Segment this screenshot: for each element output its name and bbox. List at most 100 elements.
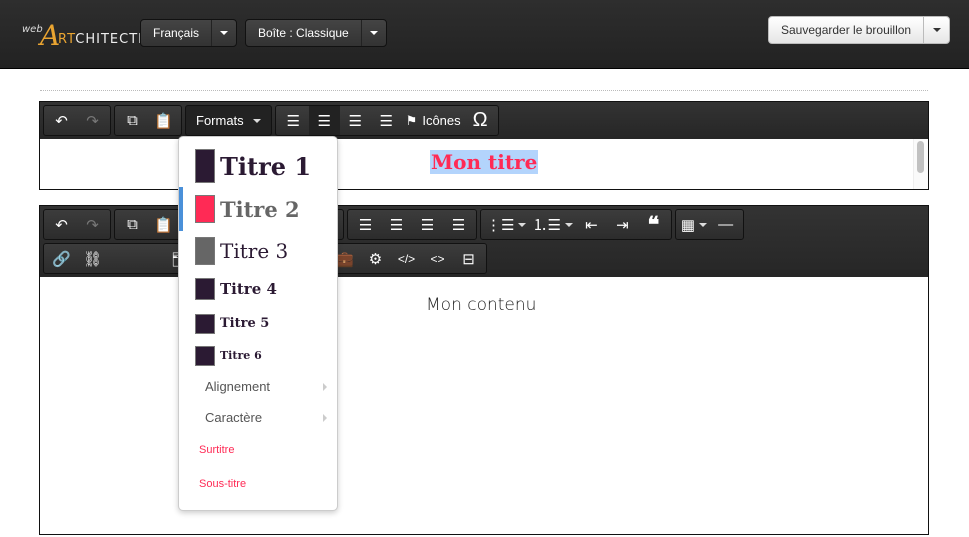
- numbered-list-icon: ⒈☰: [532, 217, 561, 234]
- caret-down-icon: [220, 31, 229, 35]
- menu-item-character[interactable]: Caractère: [179, 402, 337, 433]
- menu-item-label: Titre 5: [220, 316, 270, 331]
- tools-group: 💼 ⚙ </> <> ⊟: [326, 243, 487, 274]
- scrollbar-thumb[interactable]: [917, 141, 924, 173]
- box-dropdown-toggle[interactable]: [362, 20, 386, 46]
- language-select[interactable]: Français: [140, 19, 238, 47]
- color-swatch: [195, 237, 215, 265]
- menu-item-titre-5[interactable]: Titre 5: [179, 307, 337, 340]
- box-select[interactable]: Boîte : Classique: [245, 19, 387, 47]
- formats-group: Formats: [185, 105, 272, 136]
- bullet-list-button[interactable]: ⋮☰: [483, 210, 529, 239]
- menu-item-alignment[interactable]: Alignement: [179, 371, 337, 402]
- align-right-icon[interactable]: ☰: [340, 106, 371, 135]
- chevron-right-icon: [323, 382, 327, 391]
- blockquote-icon[interactable]: ❝: [638, 210, 669, 239]
- icons-button[interactable]: ⚑ Icônes: [402, 106, 465, 135]
- source-icon[interactable]: <>: [422, 244, 453, 273]
- settings-icon[interactable]: ⚙: [360, 244, 391, 273]
- caret-down-icon: [252, 118, 261, 123]
- menu-item-titre-6[interactable]: Titre 6: [179, 340, 337, 371]
- align-center-icon[interactable]: ☰: [308, 106, 340, 135]
- language-button[interactable]: Français: [141, 20, 213, 46]
- menu-item-titre-3[interactable]: Titre 3: [179, 231, 337, 271]
- caret-down-icon: [699, 222, 708, 227]
- logo-highlight: RT: [58, 32, 76, 47]
- table-group: ▦ —: [674, 209, 745, 240]
- link-icon[interactable]: 🔗: [46, 244, 77, 273]
- flag-icon: ⚑: [405, 112, 418, 128]
- copy-icon[interactable]: ⧉: [117, 210, 148, 239]
- menu-item-titre-4[interactable]: Titre 4: [179, 271, 337, 307]
- divider: [40, 90, 928, 91]
- color-swatch: [195, 345, 215, 366]
- scrollbar[interactable]: [913, 139, 928, 189]
- numbered-list-button[interactable]: ⒈☰: [529, 210, 575, 239]
- top-bar: web A RTCHITECTE Français Boîte : Classi…: [0, 0, 969, 69]
- formats-dropdown: Titre 1 Titre 2 Titre 3 Titre 4 Titre 5 …: [178, 136, 338, 511]
- logo-rest: CHITECTE: [75, 32, 148, 47]
- color-swatch: [195, 278, 215, 300]
- caret-down-icon: [369, 31, 378, 35]
- align-left-icon[interactable]: ☰: [278, 106, 309, 135]
- align-group: ☰ ☰ ☰ ☰: [347, 209, 477, 240]
- align-right-icon[interactable]: ☰: [412, 210, 443, 239]
- menu-item-label: Titre 6: [220, 349, 262, 362]
- menu-item-label: Surtitre: [199, 444, 235, 456]
- save-dropdown-toggle[interactable]: [924, 17, 949, 43]
- content-toolbar: ↶↷ ⧉📋 A ☰☰☰☰ ⋮☰ ⒈☰ ⇤⇥ ❝ ▦ — 🔗⛓ 🗂🖼▣🎞▶ 💼⚙<…: [40, 206, 928, 277]
- redo-icon[interactable]: ↷: [77, 210, 108, 239]
- menu-item-titre-2[interactable]: Titre 2: [179, 187, 337, 231]
- logo-text: RTCHITECTE: [58, 32, 147, 47]
- formats-label: Formats: [196, 113, 244, 128]
- undo-icon[interactable]: ↶: [46, 106, 77, 135]
- color-swatch: [195, 149, 215, 183]
- page-break-icon[interactable]: ⊟: [453, 244, 484, 273]
- menu-item-label: Caractère: [205, 410, 263, 425]
- unlink-icon[interactable]: ⛓: [77, 244, 108, 273]
- menu-item-label: Titre 4: [220, 280, 277, 298]
- paste-icon[interactable]: 📋: [148, 210, 179, 239]
- paste-icon[interactable]: 📋: [148, 106, 179, 135]
- title-toolbar: ↶ ↷ ⧉ 📋 Formats ☰ ☰ ☰ ☰ ⚑ Icônes Ω: [40, 102, 928, 139]
- align-center-icon[interactable]: ☰: [381, 210, 412, 239]
- outdent-icon[interactable]: ⇤: [576, 210, 607, 239]
- icons-label: Icônes: [422, 113, 461, 128]
- caret-down-icon: [564, 222, 573, 227]
- special-char-icon[interactable]: Ω: [465, 106, 496, 135]
- bullet-list-icon: ⋮☰: [486, 216, 515, 234]
- language-dropdown-toggle[interactable]: [212, 20, 236, 46]
- chevron-right-icon: [323, 413, 327, 422]
- undo-icon[interactable]: ↶: [46, 210, 77, 239]
- formats-button[interactable]: Formats: [188, 106, 269, 135]
- menu-item-titre-1[interactable]: Titre 1: [179, 145, 337, 187]
- body-content[interactable]: Mon contenu: [40, 277, 928, 537]
- table-icon: ▦: [680, 216, 696, 234]
- clipboard-group: ⧉ 📋: [114, 105, 182, 136]
- title-text[interactable]: Mon titre: [430, 150, 539, 174]
- horizontal-rule-icon[interactable]: —: [710, 210, 741, 239]
- title-content[interactable]: Mon titre: [40, 139, 928, 189]
- indent-icon[interactable]: ⇥: [607, 210, 638, 239]
- color-swatch: [195, 195, 215, 223]
- align-justify-icon[interactable]: ☰: [443, 210, 474, 239]
- code-icon[interactable]: </>: [391, 244, 422, 273]
- align-left-icon[interactable]: ☰: [350, 210, 381, 239]
- save-draft-button[interactable]: Sauvegarder le brouillon: [769, 17, 925, 43]
- align-group: ☰ ☰ ☰ ☰ ⚑ Icônes Ω: [274, 105, 499, 136]
- copy-icon[interactable]: ⧉: [117, 106, 148, 135]
- caret-down-icon: [518, 222, 527, 227]
- menu-item-subtitle[interactable]: Sous-titre: [179, 467, 337, 501]
- menu-item-overtitle[interactable]: Surtitre: [179, 433, 337, 467]
- align-justify-icon[interactable]: ☰: [371, 106, 402, 135]
- save-draft-group[interactable]: Sauvegarder le brouillon: [768, 16, 951, 44]
- box-button[interactable]: Boîte : Classique: [246, 20, 362, 46]
- history-group: ↶ ↷: [43, 105, 111, 136]
- caret-down-icon: [932, 28, 941, 32]
- body-text[interactable]: Mon contenu: [426, 295, 536, 315]
- color-swatch: [195, 313, 215, 334]
- table-button[interactable]: ▦: [678, 210, 710, 239]
- history-group: ↶ ↷: [43, 209, 111, 240]
- redo-icon[interactable]: ↷: [77, 106, 108, 135]
- menu-item-label: Titre 3: [220, 239, 289, 263]
